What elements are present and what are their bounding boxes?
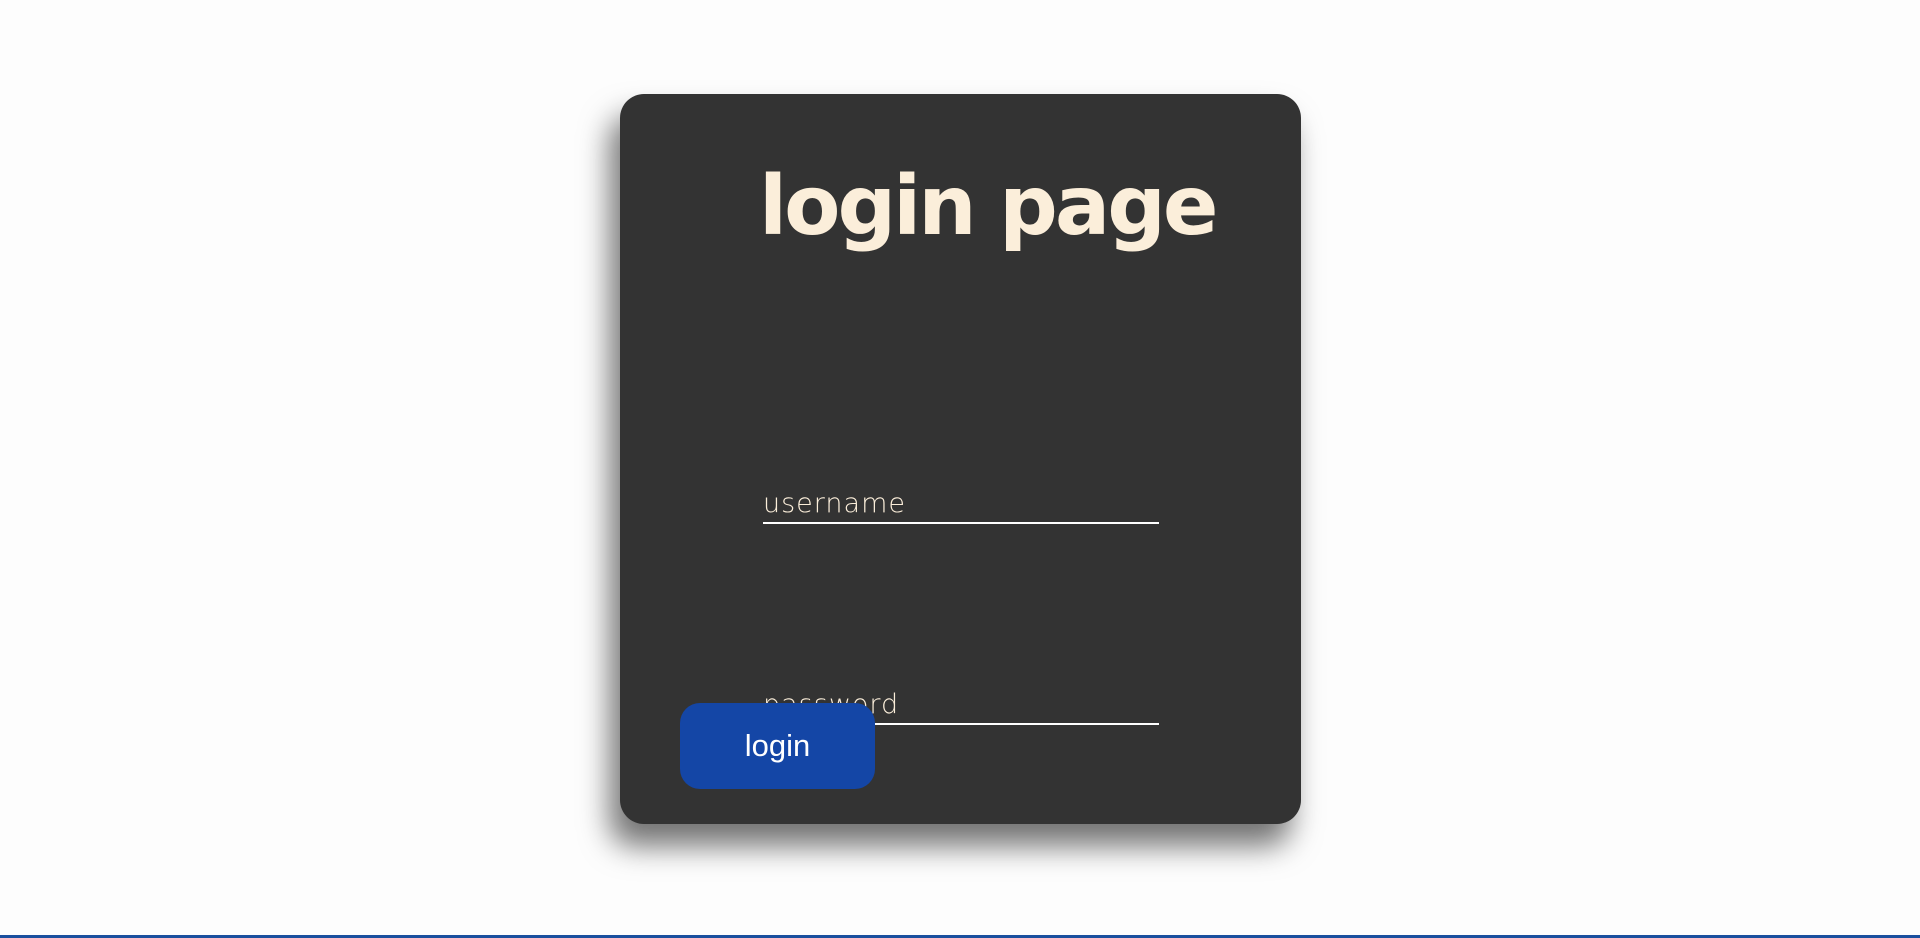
page-title: login page	[759, 159, 1219, 254]
login-button[interactable]: login	[680, 703, 875, 789]
username-input[interactable]	[763, 484, 1159, 524]
page: login page login	[0, 0, 1920, 938]
login-card: login page login	[620, 94, 1301, 824]
